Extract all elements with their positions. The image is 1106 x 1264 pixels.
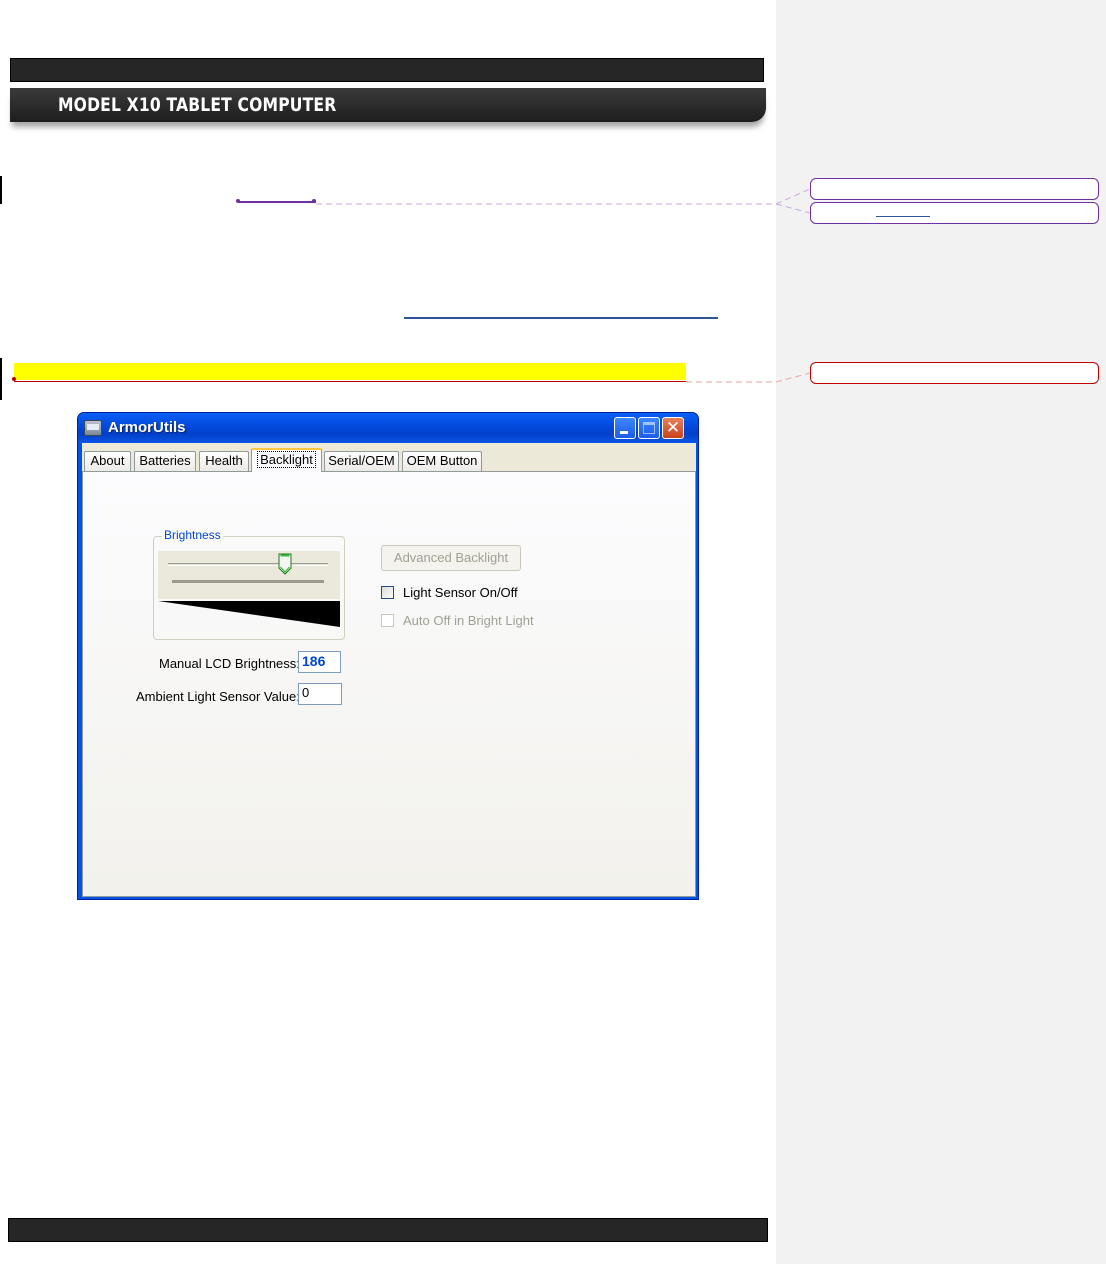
tab-label: OEM Button — [406, 453, 478, 468]
auto-off-label[interactable]: Auto Off in Bright Light — [403, 613, 534, 628]
header-top-bar — [10, 58, 764, 82]
minimize-icon — [620, 431, 628, 434]
comment-anchor-dot — [312, 199, 316, 203]
tab-label: Health — [205, 453, 243, 468]
brightness-group: Brightness — [153, 528, 345, 640]
light-sensor-checkbox[interactable] — [381, 586, 394, 599]
tab-serial-oem[interactable]: Serial/OEM — [324, 451, 399, 471]
window-title: ArmorUtils — [108, 419, 186, 436]
light-sensor-label[interactable]: Light Sensor On/Off — [403, 585, 518, 600]
window-title-bar[interactable]: ArmorUtils ✕ — [78, 413, 698, 443]
close-icon: ✕ — [665, 418, 681, 438]
change-bar — [0, 176, 2, 204]
change-bar — [0, 358, 2, 400]
advanced-backlight-button[interactable]: Advanced Backlight — [381, 545, 521, 571]
minimize-button[interactable] — [614, 417, 636, 439]
comment-balloon[interactable] — [810, 178, 1099, 200]
ambient-light-sensor-field[interactable]: 0 — [298, 683, 342, 705]
slider-thumb[interactable] — [278, 553, 292, 575]
tab-oem-button[interactable]: OEM Button — [402, 451, 482, 471]
manual-lcd-brightness-field[interactable]: 186 — [298, 651, 341, 673]
tab-backlight[interactable]: Backlight — [251, 448, 322, 472]
close-button[interactable]: ✕ — [662, 417, 684, 439]
hyperlink-underline[interactable] — [404, 317, 718, 319]
tab-about[interactable]: About — [84, 451, 131, 471]
slider-track[interactable] — [168, 563, 328, 566]
header-title: MODEL X10 TABLET COMPUTER — [58, 94, 337, 116]
armorutils-window: ArmorUtils ✕ About Batteries Health Back… — [77, 412, 699, 900]
comment-anchor-dot — [12, 377, 16, 381]
maximize-button[interactable] — [638, 417, 660, 439]
document-page: MODEL X10 TABLET COMPUTER ArmorUtils ✕ A… — [0, 0, 776, 1264]
window-body: About Batteries Health Backlight Serial/… — [82, 443, 696, 897]
comment-anchor-dot — [236, 199, 240, 203]
tracked-change-underline — [14, 381, 686, 382]
tab-label: Serial/OEM — [328, 453, 395, 468]
footer-bar — [8, 1218, 768, 1242]
brightness-group-label: Brightness — [162, 528, 223, 542]
auto-off-checkbox[interactable] — [381, 614, 394, 627]
ambient-light-sensor-label: Ambient Light Sensor Value: — [136, 689, 300, 704]
header-title-bar: MODEL X10 TABLET COMPUTER — [10, 88, 766, 122]
tab-strip: About Batteries Health Backlight Serial/… — [84, 443, 694, 472]
maximize-icon — [643, 422, 655, 434]
comment-link-underline[interactable] — [876, 216, 930, 217]
comment-balloon[interactable] — [810, 202, 1099, 224]
backlight-tab-panel: Brightness Manual LCD Brightness: 186 Am… — [82, 471, 696, 897]
tab-health[interactable]: Health — [199, 451, 249, 471]
comment-anchor-mark[interactable] — [238, 201, 316, 203]
brightness-slider[interactable] — [158, 551, 340, 599]
tab-label: Batteries — [139, 453, 191, 468]
slider-tick-bar — [172, 580, 324, 583]
tab-label: Backlight — [257, 451, 316, 468]
tab-batteries[interactable]: Batteries — [134, 451, 196, 471]
highlighted-text-strip — [14, 363, 686, 380]
tab-label: About — [90, 453, 125, 468]
brightness-ramp-graphic — [158, 601, 340, 627]
manual-lcd-brightness-label: Manual LCD Brightness: — [159, 656, 300, 671]
comment-balloon[interactable] — [810, 362, 1099, 384]
app-window-icon — [84, 420, 102, 436]
